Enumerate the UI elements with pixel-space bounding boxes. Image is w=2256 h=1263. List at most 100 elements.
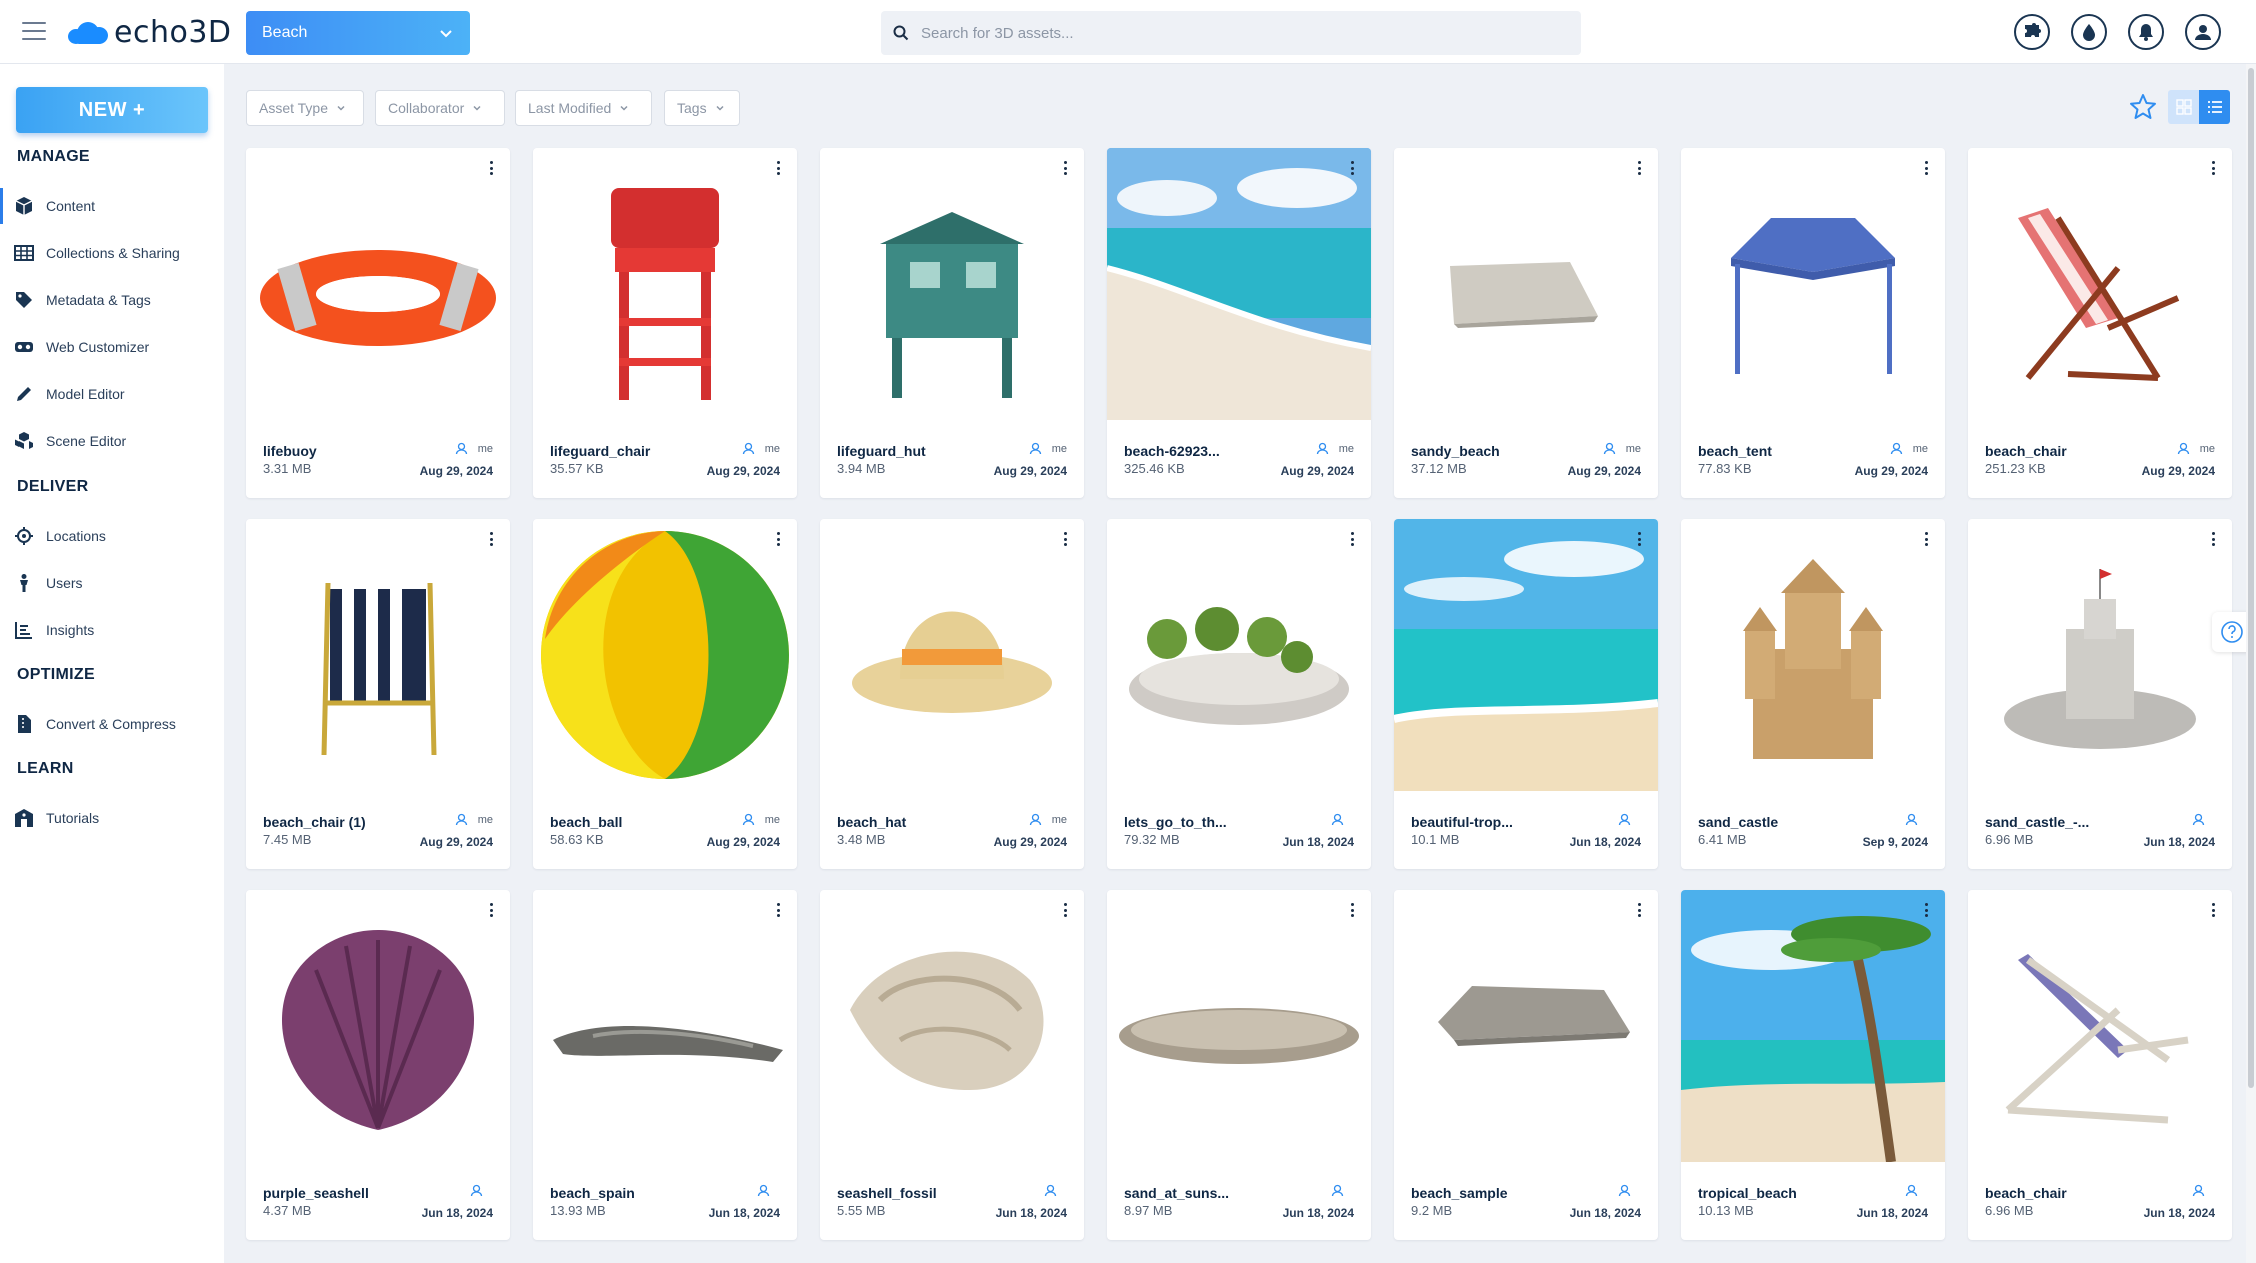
asset-thumbnail[interactable] — [1681, 890, 1945, 1162]
more-options-icon[interactable] — [1058, 900, 1072, 920]
asset-card[interactable]: beach_chair 6.96 MB Jun 18, 2024 — [1968, 890, 2232, 1240]
asset-card[interactable]: beach_tent 77.83 KB me Aug 29, 2024 — [1681, 148, 1945, 498]
asset-thumbnail[interactable] — [820, 890, 1084, 1162]
more-options-icon[interactable] — [1632, 158, 1646, 178]
more-options-icon[interactable] — [2206, 529, 2220, 549]
filter-tags[interactable]: Tags — [664, 90, 740, 126]
account-icon[interactable] — [2185, 14, 2221, 50]
asset-thumbnail[interactable] — [1394, 890, 1658, 1162]
filter-asset-type[interactable]: Asset Type — [246, 90, 364, 126]
asset-thumbnail[interactable] — [820, 148, 1084, 420]
asset-owner: me — [1603, 442, 1641, 455]
new-asset-button[interactable]: NEW + — [16, 87, 208, 133]
asset-card[interactable]: beach_sample 9.2 MB Jun 18, 2024 — [1394, 890, 1658, 1240]
asset-thumbnail[interactable] — [1968, 148, 2232, 420]
asset-thumbnail[interactable] — [1394, 148, 1658, 420]
echo3d-logo[interactable]: echo3D — [68, 14, 232, 50]
filter-last-modified[interactable]: Last Modified — [515, 90, 652, 126]
sidebar-item-locations[interactable]: Locations — [0, 518, 224, 554]
asset-name: lifebuoy — [263, 443, 317, 459]
more-options-icon[interactable] — [1345, 900, 1359, 920]
sidebar-item-convert[interactable]: Convert & Compress — [0, 706, 224, 742]
filter-collaborator[interactable]: Collaborator — [375, 90, 505, 126]
star-icon[interactable] — [2128, 92, 2158, 122]
asset-thumbnail[interactable] — [1107, 519, 1371, 791]
asset-card[interactable]: tropical_beach 10.13 MB Jun 18, 2024 — [1681, 890, 1945, 1240]
water-drop-icon[interactable] — [2071, 14, 2107, 50]
asset-owner: me — [1890, 442, 1928, 455]
asset-card[interactable]: beach_spain 13.93 MB Jun 18, 2024 — [533, 890, 797, 1240]
scrollbar[interactable] — [2246, 64, 2256, 1263]
asset-thumbnail[interactable] — [1681, 519, 1945, 791]
more-options-icon[interactable] — [771, 158, 785, 178]
more-options-icon[interactable] — [771, 900, 785, 920]
puzzle-icon[interactable] — [2014, 14, 2050, 50]
grid-view-icon[interactable] — [2168, 90, 2199, 124]
asset-thumbnail[interactable] — [1968, 519, 2232, 791]
more-options-icon[interactable] — [771, 529, 785, 549]
asset-thumbnail[interactable] — [533, 148, 797, 420]
asset-card[interactable]: lifeguard_hut 3.94 MB me Aug 29, 2024 — [820, 148, 1084, 498]
asset-card[interactable]: sandy_beach 37.12 MB me Aug 29, 2024 — [1394, 148, 1658, 498]
sidebar-item-collections[interactable]: Collections & Sharing — [0, 235, 224, 271]
chevron-down-icon — [337, 105, 345, 111]
asset-card[interactable]: lifebuoy 3.31 MB me Aug 29, 2024 — [246, 148, 510, 498]
sidebar-item-model-editor[interactable]: Model Editor — [0, 376, 224, 412]
more-options-icon[interactable] — [1345, 158, 1359, 178]
project-select[interactable]: Beach — [246, 11, 470, 55]
more-options-icon[interactable] — [1632, 900, 1646, 920]
asset-card[interactable]: beach_hat 3.48 MB me Aug 29, 2024 — [820, 519, 1084, 869]
asset-thumbnail[interactable] — [1107, 890, 1371, 1162]
more-options-icon[interactable] — [1058, 529, 1072, 549]
sidebar-item-label: Web Customizer — [46, 339, 150, 355]
more-options-icon[interactable] — [2206, 158, 2220, 178]
more-options-icon[interactable] — [1345, 529, 1359, 549]
asset-card[interactable]: sand_castle_-... 6.96 MB Jun 18, 2024 — [1968, 519, 2232, 869]
asset-thumbnail[interactable] — [1107, 148, 1371, 420]
asset-card[interactable]: beach_chair (1) 7.45 MB me Aug 29, 2024 — [246, 519, 510, 869]
asset-thumbnail[interactable] — [246, 148, 510, 420]
asset-thumbnail[interactable] — [533, 519, 797, 791]
more-options-icon[interactable] — [1058, 158, 1072, 178]
asset-card[interactable]: lifeguard_chair 35.57 KB me Aug 29, 2024 — [533, 148, 797, 498]
cube-icon — [15, 197, 33, 215]
sidebar-item-scene-editor[interactable]: Scene Editor — [0, 423, 224, 459]
more-options-icon[interactable] — [1632, 529, 1646, 549]
sidebar-item-metadata[interactable]: Metadata & Tags — [0, 282, 224, 318]
more-options-icon[interactable] — [2206, 900, 2220, 920]
asset-thumbnail[interactable] — [533, 890, 797, 1162]
scrollbar-thumb[interactable] — [2248, 68, 2254, 1088]
more-options-icon[interactable] — [484, 900, 498, 920]
more-options-icon[interactable] — [484, 529, 498, 549]
asset-card[interactable]: lets_go_to_th... 79.32 MB Jun 18, 2024 — [1107, 519, 1371, 869]
asset-card[interactable]: seashell_fossil 5.55 MB Jun 18, 2024 — [820, 890, 1084, 1240]
asset-card[interactable]: beach_ball 58.63 KB me Aug 29, 2024 — [533, 519, 797, 869]
search-input[interactable] — [919, 23, 1543, 43]
asset-card[interactable]: beach-62923... 325.46 KB me Aug 29, 2024 — [1107, 148, 1371, 498]
asset-card[interactable]: purple_seashell 4.37 MB Jun 18, 2024 — [246, 890, 510, 1240]
bell-icon[interactable] — [2128, 14, 2164, 50]
sidebar-item-web-customizer[interactable]: Web Customizer — [0, 329, 224, 365]
asset-thumbnail[interactable] — [246, 519, 510, 791]
more-options-icon[interactable] — [1919, 900, 1933, 920]
menu-icon[interactable] — [22, 22, 46, 42]
more-options-icon[interactable] — [1919, 158, 1933, 178]
asset-card[interactable]: sand_castle 6.41 MB Sep 9, 2024 — [1681, 519, 1945, 869]
sidebar-item-insights[interactable]: Insights — [0, 612, 224, 648]
sidebar-item-users[interactable]: Users — [0, 565, 224, 601]
search-bar[interactable] — [881, 11, 1581, 55]
asset-size: 10.1 MB — [1411, 832, 1460, 847]
asset-thumbnail[interactable] — [1394, 519, 1658, 791]
asset-thumbnail[interactable] — [1968, 890, 2232, 1162]
asset-card[interactable]: beautiful-trop... 10.1 MB Jun 18, 2024 — [1394, 519, 1658, 869]
more-options-icon[interactable] — [484, 158, 498, 178]
sidebar-item-content[interactable]: Content — [0, 188, 224, 224]
asset-card[interactable]: beach_chair 251.23 KB me Aug 29, 2024 — [1968, 148, 2232, 498]
asset-thumbnail[interactable] — [1681, 148, 1945, 420]
asset-thumbnail[interactable] — [246, 890, 510, 1162]
list-view-icon[interactable] — [2199, 90, 2230, 124]
more-options-icon[interactable] — [1919, 529, 1933, 549]
asset-thumbnail[interactable] — [820, 519, 1084, 791]
sidebar-item-tutorials[interactable]: Tutorials — [0, 800, 224, 836]
asset-card[interactable]: sand_at_suns... 8.97 MB Jun 18, 2024 — [1107, 890, 1371, 1240]
